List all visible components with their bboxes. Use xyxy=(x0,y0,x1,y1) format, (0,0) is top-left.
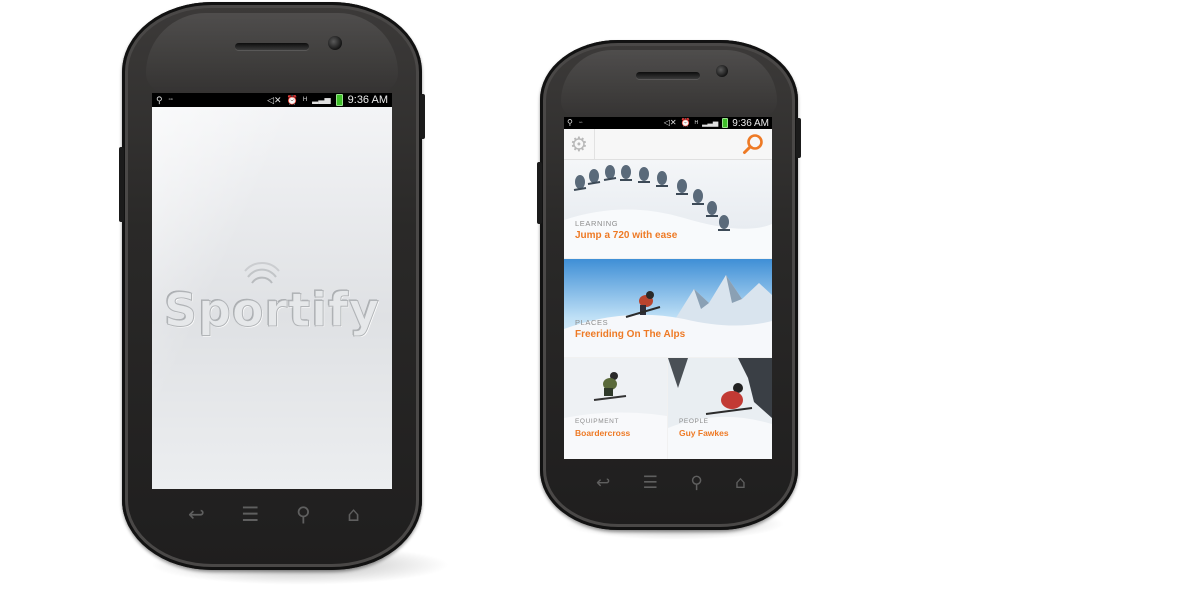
storage-icon: ▫▫ xyxy=(168,97,173,103)
card-category: PEOPLE xyxy=(679,418,709,425)
card-places[interactable]: PLACES Freeriding On The Alps xyxy=(564,259,772,357)
usb-icon: ⚲ xyxy=(156,94,163,105)
earpiece-speaker xyxy=(235,43,309,50)
app-logo: Sportify xyxy=(163,283,381,338)
home-icon[interactable]: ⌂ xyxy=(347,504,360,524)
snowboard-jump-image xyxy=(564,160,772,258)
status-time: 9:36 AM xyxy=(347,94,388,106)
freerider-portrait-image xyxy=(668,358,772,459)
app-header: ⚙ xyxy=(564,129,772,160)
phone-left: ⚲ ▫▫ ◁✕ ⏰ H ▂▃▅ 9:36 AM Sportify ↩ ☰ ⚲ ⌂ xyxy=(119,2,425,570)
volume-key xyxy=(537,162,542,224)
alps-freeride-image xyxy=(564,259,772,357)
power-key xyxy=(420,94,425,139)
alarm-icon: ⏰ xyxy=(286,94,298,105)
front-camera xyxy=(716,65,728,77)
menu-icon[interactable]: ☰ xyxy=(241,504,259,524)
home-icon[interactable]: ⌂ xyxy=(735,474,746,492)
search-key-icon[interactable]: ⚲ xyxy=(296,504,311,524)
mute-icon: ◁✕ xyxy=(663,118,677,127)
card-title: Guy Fawkes xyxy=(679,428,729,438)
power-key xyxy=(796,118,801,158)
battery-icon xyxy=(722,118,729,128)
phone-left-screen: ⚲ ▫▫ ◁✕ ⏰ H ▂▃▅ 9:36 AM Sportify xyxy=(152,93,392,489)
usb-icon: ⚲ xyxy=(567,118,573,127)
network-hsdpa-icon: H xyxy=(302,97,308,103)
card-category: PLACES xyxy=(575,318,609,327)
splash-screen: Sportify xyxy=(152,107,392,489)
storage-icon: ▫▫ xyxy=(578,119,583,126)
card-title: Boardercross xyxy=(575,428,631,438)
status-bar: ⚲ ▫▫ ◁✕ ⏰ H ▂▃▅ 9:36 AM xyxy=(152,93,392,107)
phone-right-screen: ⚲ ▫▫ ◁✕ ⏰ H ▂▃▅ 9:36 AM ⚙ LEARNING Jump … xyxy=(564,117,772,459)
front-camera xyxy=(328,36,342,50)
mute-icon: ◁✕ xyxy=(267,94,282,105)
signal-arcs-icon xyxy=(244,261,280,284)
card-people[interactable]: PEOPLE Guy Fawkes xyxy=(668,358,772,459)
soft-keys: ↩ ☰ ⚲ ⌂ xyxy=(596,473,746,493)
phone-right: ⚲ ▫▫ ◁✕ ⏰ H ▂▃▅ 9:36 AM ⚙ LEARNING Jump … xyxy=(537,40,801,530)
card-title: Freeriding On The Alps xyxy=(575,329,686,340)
app-home: ⚙ LEARNING Jump a 720 with ease PLACES F… xyxy=(564,129,772,459)
card-category: EQUIPMENT xyxy=(575,418,620,425)
status-time: 9:36 AM xyxy=(732,117,769,129)
card-equipment[interactable]: EQUIPMENT Boardercross xyxy=(564,358,667,459)
search-key-icon[interactable]: ⚲ xyxy=(690,474,702,492)
back-icon[interactable]: ↩ xyxy=(188,504,205,524)
gear-icon[interactable]: ⚙ xyxy=(564,129,595,159)
alarm-icon: ⏰ xyxy=(680,118,691,127)
battery-icon xyxy=(335,94,343,106)
menu-icon[interactable]: ☰ xyxy=(643,474,658,492)
status-bar: ⚲ ▫▫ ◁✕ ⏰ H ▂▃▅ 9:36 AM xyxy=(564,117,772,129)
volume-key xyxy=(119,147,124,222)
card-title: Jump a 720 with ease xyxy=(575,230,678,241)
card-category: LEARNING xyxy=(575,219,619,228)
signal-icon: ▂▃▅ xyxy=(312,95,331,104)
back-icon[interactable]: ↩ xyxy=(596,474,610,492)
network-hsdpa-icon: H xyxy=(694,119,699,126)
soft-keys: ↩ ☰ ⚲ ⌂ xyxy=(188,502,360,526)
card-learning[interactable]: LEARNING Jump a 720 with ease xyxy=(564,160,772,258)
boardercross-image xyxy=(564,358,667,459)
earpiece-speaker xyxy=(636,72,700,79)
signal-icon: ▂▃▅ xyxy=(702,119,719,127)
search-icon[interactable] xyxy=(742,133,764,155)
